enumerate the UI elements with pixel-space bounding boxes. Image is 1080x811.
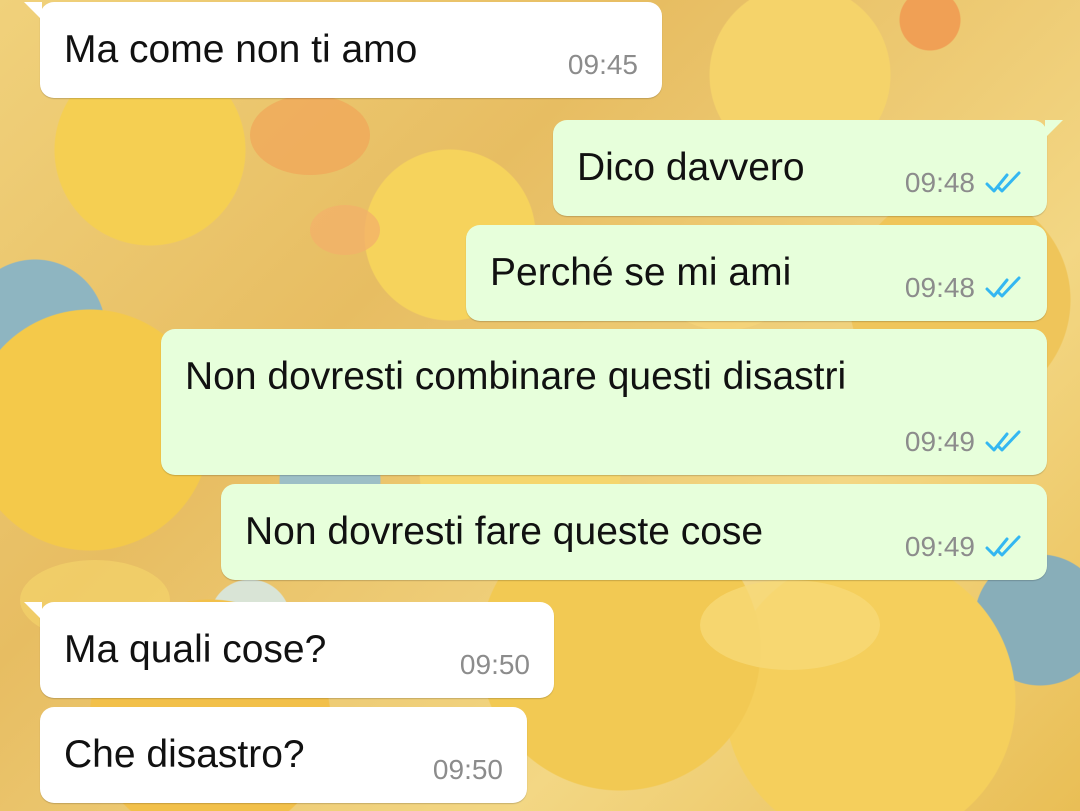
- message-time: 09:50: [459, 649, 530, 680]
- message-time: 09:49: [904, 426, 975, 457]
- message-bubble[interactable]: Ma come non ti amo 09:45: [24, 2, 662, 98]
- message-bubble[interactable]: Dico davvero 09:48: [553, 120, 1063, 216]
- message-text: Dico davvero: [577, 146, 805, 189]
- double-check-icon: [985, 171, 1021, 193]
- message-bubble[interactable]: Ma quali cose? 09:50: [24, 602, 554, 698]
- message-meta: 09:49: [905, 532, 1023, 562]
- message-bubble[interactable]: Non dovresti combinare questi disastri 0…: [161, 329, 1047, 475]
- message-time: 09:45: [567, 49, 638, 80]
- message-meta: 09:50: [433, 755, 503, 785]
- bubble-tail: [24, 2, 42, 20]
- double-check-icon: [985, 276, 1021, 298]
- message-text: Ma come non ti amo: [64, 28, 418, 71]
- wallpaper-flower: [250, 95, 370, 175]
- message-time: 09:50: [432, 754, 503, 785]
- message-text: Ma quali cose?: [64, 628, 327, 671]
- double-check-icon: [985, 430, 1021, 452]
- message-time: 09:48: [904, 167, 975, 198]
- message-text: Non dovresti combinare questi disastri: [185, 355, 847, 398]
- message-meta: 09:49: [905, 427, 1023, 457]
- message-text: Che disastro?: [64, 733, 305, 776]
- bubble-tail: [24, 602, 42, 620]
- message-bubble[interactable]: Non dovresti fare queste cose 09:49: [221, 484, 1047, 580]
- message-bubble[interactable]: Che disastro? 09:50: [40, 707, 527, 803]
- message-meta: 09:45: [568, 50, 638, 80]
- message-bubble[interactable]: Perché se mi ami 09:48: [466, 225, 1047, 321]
- message-text: Non dovresti fare queste cose: [245, 510, 764, 553]
- message-time: 09:49: [904, 531, 975, 562]
- double-check-icon: [985, 535, 1021, 557]
- message-text: Perché se mi ami: [490, 251, 792, 294]
- message-meta: 09:48: [905, 273, 1023, 303]
- message-meta: 09:50: [460, 650, 530, 680]
- bubble-tail: [1045, 120, 1063, 138]
- message-time: 09:48: [904, 272, 975, 303]
- message-meta: 09:48: [905, 168, 1023, 198]
- wallpaper-flower: [700, 580, 880, 670]
- wallpaper-flower: [310, 205, 380, 255]
